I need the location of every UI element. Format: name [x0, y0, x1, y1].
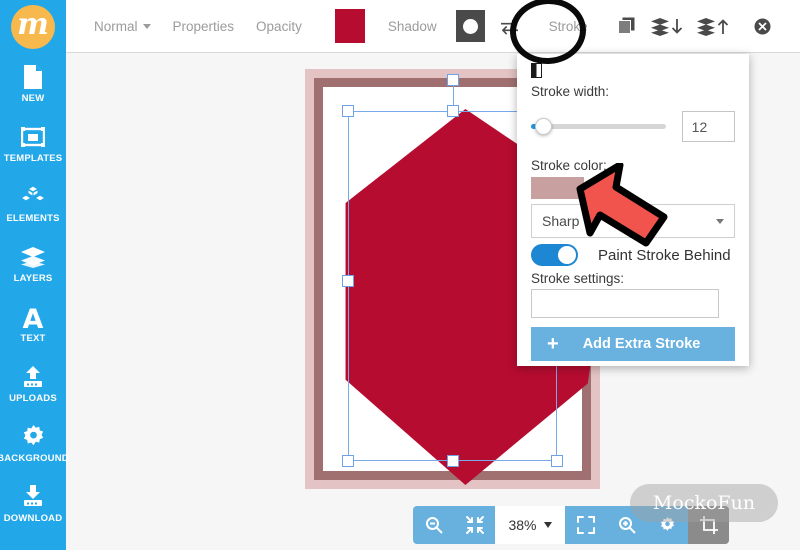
sidebar-item-elements[interactable]: ELEMENTS — [0, 174, 66, 234]
sidebar-label: LAYERS — [13, 273, 53, 284]
slider-knob[interactable] — [535, 118, 552, 135]
layer-down-icon[interactable] — [644, 9, 690, 43]
handle-top-center[interactable] — [446, 105, 459, 117]
flip-horizontal-icon[interactable] — [493, 9, 527, 43]
left-sidebar: m NEW TEMPLATES ELEMENTS LAYERS A TEXT U… — [0, 0, 69, 550]
handle-bottom-left[interactable] — [342, 455, 354, 467]
handle-middle-left[interactable] — [342, 275, 354, 287]
stroke-width-slider[interactable] — [531, 118, 666, 135]
stroke-button[interactable]: Stroke — [527, 19, 610, 34]
stroke-width-row: 12 — [531, 111, 735, 142]
sidebar-label: TEXT — [20, 333, 46, 344]
logo-letter: m — [11, 5, 55, 49]
zoom-level-dropdown[interactable]: 38% — [495, 506, 565, 544]
sidebar-label: TEMPLATES — [3, 153, 63, 164]
handle-rotate[interactable] — [446, 74, 459, 86]
zoom-level-value: 38% — [508, 517, 537, 533]
delete-circle-icon[interactable] — [746, 9, 780, 43]
blend-mode-label: Normal — [94, 18, 138, 34]
layer-up-icon[interactable] — [690, 9, 736, 43]
stroke-color-swatch[interactable] — [531, 177, 584, 199]
paint-stroke-behind-label: Paint Stroke Behind — [598, 246, 731, 264]
layers-icon — [20, 244, 46, 270]
page-icon — [22, 64, 44, 90]
app-logo[interactable]: m — [0, 0, 66, 54]
properties-button[interactable]: Properties — [162, 19, 246, 34]
sidebar-label: ELEMENTS — [6, 213, 60, 224]
sidebar-item-download[interactable]: DOWNLOAD — [0, 474, 66, 534]
sidebar-label: DOWNLOAD — [3, 513, 63, 524]
stroke-color-label: Stroke color: — [531, 158, 607, 173]
fit-screen-button[interactable] — [454, 506, 495, 544]
sidebar-item-templates[interactable]: TEMPLATES — [0, 114, 66, 174]
shadow-dot-icon — [462, 18, 478, 34]
stroke-width-label: Stroke width: — [531, 84, 610, 99]
fill-color-swatch[interactable] — [334, 9, 365, 43]
add-extra-stroke-label: Add Extra Stroke — [582, 336, 701, 352]
chevron-down-icon — [543, 522, 552, 528]
top-toolbar: Normal Properties Opacity Shadow Stroke — [66, 0, 800, 53]
plus-icon: + — [547, 333, 559, 355]
zoom-out-button[interactable] — [413, 506, 454, 544]
stroke-settings-label: Stroke settings: — [531, 271, 625, 286]
duplicate-icon[interactable] — [610, 9, 644, 43]
sidebar-item-new[interactable]: NEW — [0, 54, 66, 114]
templates-icon — [21, 124, 45, 150]
stroke-join-value: Sharp — [542, 213, 580, 229]
stroke-settings-input[interactable] — [531, 289, 719, 318]
mockofun-watermark: MockoFun — [630, 484, 778, 522]
uploads-icon — [21, 364, 45, 390]
stroke-settings-panel: Stroke width: 12 Stroke color: Sharp Pai… — [517, 54, 749, 366]
sidebar-item-background[interactable]: BACKGROUND — [0, 414, 69, 474]
stroke-join-select[interactable]: Sharp — [531, 204, 735, 238]
handle-top-left[interactable] — [342, 105, 354, 117]
chevron-down-icon — [142, 23, 151, 29]
sidebar-item-text[interactable]: A TEXT — [0, 294, 66, 354]
text-icon: A — [21, 304, 45, 330]
sidebar-item-uploads[interactable]: UPLOADS — [0, 354, 66, 414]
gear-icon — [21, 424, 46, 450]
fullscreen-button[interactable] — [565, 506, 606, 544]
stroke-width-input[interactable]: 12 — [681, 111, 735, 142]
sidebar-label: NEW — [21, 93, 45, 104]
opacity-button[interactable]: Opacity — [245, 19, 313, 34]
half-filled-rect-icon — [531, 63, 542, 78]
svg-text:A: A — [23, 304, 44, 330]
paint-stroke-behind-toggle[interactable] — [531, 244, 578, 266]
download-icon — [21, 484, 45, 510]
elements-icon — [20, 184, 46, 210]
paint-behind-row: Paint Stroke Behind — [531, 244, 735, 266]
handle-bottom-center[interactable] — [446, 455, 459, 467]
chevron-down-icon — [716, 218, 724, 224]
shadow-button[interactable]: Shadow — [377, 19, 448, 34]
handle-bottom-right[interactable] — [551, 455, 563, 467]
sidebar-item-layers[interactable]: LAYERS — [0, 234, 66, 294]
shadow-color-swatch[interactable] — [455, 10, 485, 42]
blend-mode-dropdown[interactable]: Normal — [83, 19, 162, 34]
sidebar-label: UPLOADS — [9, 393, 57, 404]
sidebar-label: BACKGROUND — [0, 453, 69, 464]
toggle-knob — [558, 246, 576, 264]
add-extra-stroke-button[interactable]: + Add Extra Stroke — [531, 327, 735, 361]
